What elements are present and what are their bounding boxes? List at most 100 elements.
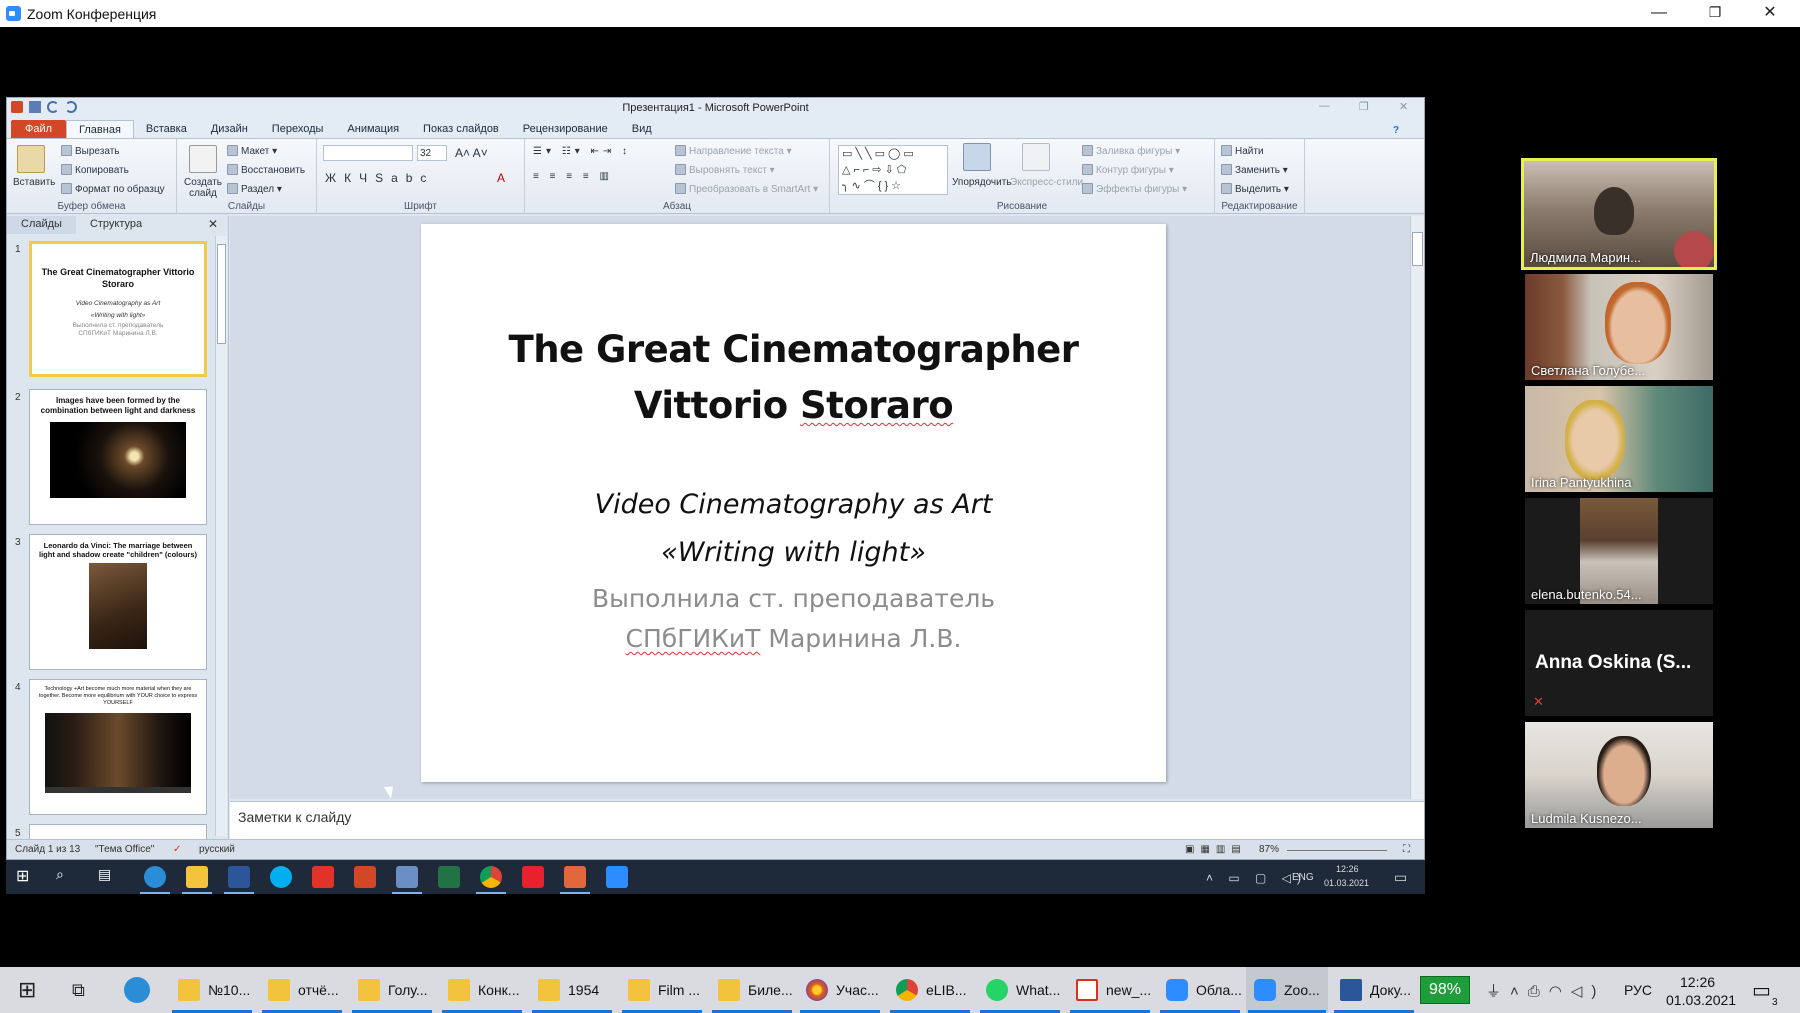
taskbar-item-8[interactable]: Учас...: [798, 967, 882, 1013]
language-status[interactable]: русский: [199, 844, 235, 855]
skype-icon[interactable]: [270, 866, 292, 888]
ppt-close-button[interactable]: ✕: [1399, 100, 1408, 113]
format-painter-button[interactable]: Формат по образцу: [61, 183, 165, 195]
participant-tile-5[interactable]: Anna Oskina (S... ✕: [1525, 610, 1713, 716]
tab-slideshow[interactable]: Показ слайдов: [411, 120, 511, 138]
tab-design[interactable]: Дизайн: [199, 120, 260, 138]
slide-thumbnail-4[interactable]: Technology +Art become much more materia…: [29, 679, 207, 815]
slide-subtitle-1[interactable]: Video Cinematography as Art: [421, 489, 1166, 520]
slide-subtitle-2[interactable]: «Writing with light»: [421, 537, 1166, 568]
paste-button[interactable]: Вставить: [13, 177, 55, 188]
zoom-level[interactable]: 87%: [1259, 844, 1279, 855]
replace-button[interactable]: Заменить ▾: [1221, 164, 1288, 176]
slide-thumbnail-1[interactable]: The Great Cinematographer Vittorio Stora…: [29, 241, 207, 377]
spellcheck-icon[interactable]: ✓: [173, 844, 181, 855]
remote-desktop-icon[interactable]: [396, 866, 418, 888]
taskbar-item-12[interactable]: Обла...: [1158, 967, 1242, 1013]
taskbar-item-1[interactable]: №10...: [170, 967, 254, 1013]
windows-start-icon[interactable]: ⊞: [18, 967, 36, 1013]
slide-title[interactable]: The Great Cinematographer Vittorio Stora…: [421, 322, 1166, 434]
restore-button[interactable]: ❐: [1690, 0, 1740, 27]
ppt-minimize-button[interactable]: —: [1319, 100, 1330, 112]
tab-slides[interactable]: Слайды: [7, 216, 76, 234]
slide-author-line-2[interactable]: СПбГИКиТ Маринина Л.В.: [421, 624, 1166, 653]
edge-icon[interactable]: [144, 866, 166, 888]
word-icon[interactable]: [228, 866, 250, 888]
tab-file[interactable]: Файл: [11, 120, 67, 138]
align-buttons[interactable]: ≡ ≡ ≡ ≡ ▥: [533, 171, 613, 182]
task-view-icon[interactable]: ⧉: [72, 967, 85, 1013]
tab-insert[interactable]: Вставка: [134, 120, 199, 138]
text-direction-button[interactable]: Направление текста ▾: [675, 145, 792, 157]
panel-close-icon[interactable]: ✕: [208, 217, 218, 231]
taskbar-item-9[interactable]: eLIB...: [888, 967, 972, 1013]
tab-review[interactable]: Рецензирование: [511, 120, 620, 138]
taskbar-item-13[interactable]: Zoo...: [1246, 967, 1328, 1013]
editor-scrollbar[interactable]: [1410, 216, 1424, 799]
system-tray-icons[interactable]: ⏚˄⎙◠◁): [1486, 967, 1605, 1013]
taskbar-item-3[interactable]: Голу...: [350, 967, 434, 1013]
paste-icon[interactable]: [17, 145, 45, 173]
help-icon[interactable]: ?: [1393, 125, 1399, 136]
align-text-button[interactable]: Выровнять текст ▾: [675, 164, 775, 176]
taskbar-language-indicator[interactable]: РУС: [1624, 967, 1652, 1013]
inner-notifications-icon[interactable]: ▭: [1394, 869, 1407, 886]
shape-fill-button[interactable]: Заливка фигуры ▾: [1082, 145, 1180, 157]
battery-indicator[interactable]: 98%: [1420, 976, 1471, 1004]
font-color-button[interactable]: A: [497, 171, 505, 185]
edge-icon[interactable]: [124, 967, 158, 1013]
inner-language-indicator[interactable]: ENG: [1292, 872, 1314, 883]
current-slide[interactable]: The Great Cinematographer Vittorio Stora…: [421, 224, 1166, 782]
chrome-icon[interactable]: [480, 866, 502, 888]
font-format-buttons[interactable]: ЖКЧЅabc: [325, 171, 434, 185]
mail-icon[interactable]: [312, 866, 334, 888]
minimize-button[interactable]: —: [1634, 0, 1684, 27]
shape-effects-button[interactable]: Эффекты фигуры ▾: [1082, 183, 1187, 195]
quick-styles-button[interactable]: Экспресс-стили: [1010, 177, 1083, 188]
pdf-reader-icon[interactable]: [522, 866, 544, 888]
smartart-button[interactable]: Преобразовать в SmartArt ▾: [675, 183, 818, 195]
arrange-button[interactable]: Упорядочить: [952, 177, 1012, 188]
powerpoint-file-icon[interactable]: [564, 866, 586, 888]
font-family-select[interactable]: [323, 145, 413, 161]
tab-outline[interactable]: Структура: [76, 216, 156, 234]
slide-thumbnail-3[interactable]: Leonardo da Vinci: The marriage between …: [29, 534, 207, 670]
slide-author-line-1[interactable]: Выполнила ст. преподаватель: [421, 584, 1166, 613]
layout-button[interactable]: Макет ▾: [227, 145, 277, 157]
font-size-select[interactable]: 32: [417, 145, 447, 161]
taskbar-item-11[interactable]: new_...: [1068, 967, 1152, 1013]
taskbar-item-6[interactable]: Film ...: [620, 967, 704, 1013]
participant-tile-1[interactable]: Людмила Марин...: [1521, 158, 1717, 270]
copy-button[interactable]: Копировать: [61, 164, 129, 176]
powerpoint-icon[interactable]: [354, 866, 376, 888]
tab-view[interactable]: Вид: [620, 120, 664, 138]
new-slide-button[interactable]: Создать слайд: [182, 177, 224, 199]
shape-outline-button[interactable]: Контур фигуры ▾: [1082, 164, 1174, 176]
cut-button[interactable]: Вырезать: [61, 145, 119, 157]
search-icon[interactable]: ⌕: [56, 866, 78, 888]
notifications-icon[interactable]: ▭: [1752, 967, 1771, 1013]
quick-styles-icon[interactable]: [1022, 143, 1050, 171]
tab-transitions[interactable]: Переходы: [260, 120, 336, 138]
select-button[interactable]: Выделить ▾: [1221, 183, 1289, 195]
taskbar-item-10[interactable]: What...: [978, 967, 1062, 1013]
close-button[interactable]: ✕: [1745, 0, 1795, 27]
new-slide-icon[interactable]: [189, 145, 217, 173]
list-buttons[interactable]: ☰▾ ☷▾ ⇤⇥ ↕: [533, 146, 631, 157]
taskbar-item-2[interactable]: отчё...: [260, 967, 344, 1013]
slide-thumbnail-2[interactable]: Images have been formed by the combinati…: [29, 389, 207, 525]
scroll-thumb[interactable]: [1412, 232, 1423, 266]
participant-tile-2[interactable]: Светлана Голубе...: [1525, 274, 1713, 380]
excel-icon[interactable]: [438, 866, 460, 888]
grow-font-button[interactable]: A˄ A˅: [455, 146, 488, 160]
zoom-slider[interactable]: [1287, 850, 1387, 851]
scroll-thumb[interactable]: [217, 244, 226, 344]
tab-animations[interactable]: Анимация: [335, 120, 411, 138]
participant-tile-3[interactable]: Irina Pantyukhina: [1525, 386, 1713, 492]
taskbar-item-14[interactable]: Доку...: [1332, 967, 1416, 1013]
taskbar-item-4[interactable]: Конк...: [440, 967, 524, 1013]
arrange-icon[interactable]: [963, 143, 991, 171]
reset-button[interactable]: Восстановить: [227, 164, 305, 176]
theme-name[interactable]: "Тема Office": [95, 844, 154, 855]
panel-scrollbar[interactable]: [215, 236, 227, 836]
